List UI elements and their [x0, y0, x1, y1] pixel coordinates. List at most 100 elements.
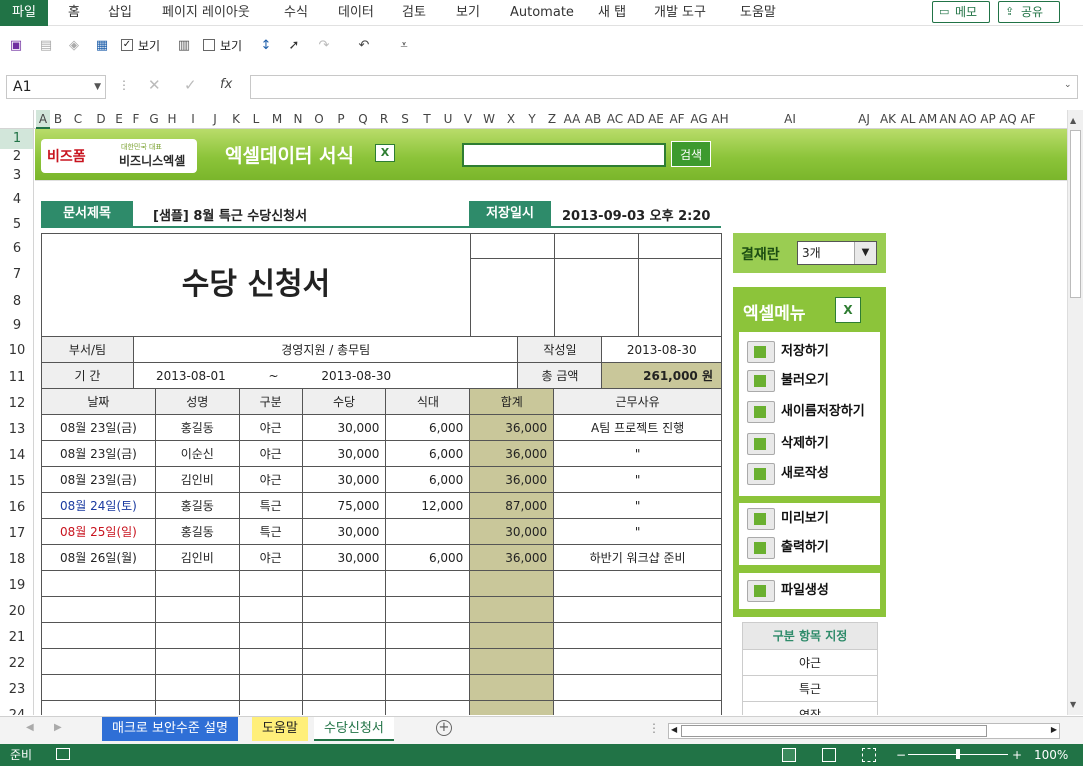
- table-cell-pay[interactable]: [301, 596, 387, 623]
- column-header-cell[interactable]: Z: [542, 110, 562, 129]
- column-header-cell[interactable]: AB: [582, 110, 604, 129]
- share-button[interactable]: ⇪ 공유: [998, 1, 1060, 23]
- table-cell-pay[interactable]: 30,000: [301, 518, 387, 545]
- table-cell-type[interactable]: [238, 700, 303, 715]
- view-checkbox-1[interactable]: ✓: [121, 39, 133, 51]
- column-header-cell[interactable]: AC: [604, 110, 626, 129]
- table-cell-meal[interactable]: [385, 570, 471, 597]
- row-header-cell[interactable]: 11: [0, 365, 33, 391]
- table-cell-sum[interactable]: [469, 648, 555, 675]
- tab-formulas[interactable]: 수식: [284, 0, 308, 26]
- column-header-cell[interactable]: AI: [730, 110, 850, 129]
- row-header-cell[interactable]: 19: [0, 573, 33, 599]
- row-header-cell[interactable]: 14: [0, 443, 33, 469]
- table-cell-date[interactable]: [41, 570, 156, 597]
- column-header-cell[interactable]: AD: [626, 110, 646, 129]
- table-cell-reason[interactable]: ": [553, 518, 722, 545]
- function-icon[interactable]: fx: [220, 77, 232, 92]
- column-header-cell[interactable]: AP: [978, 110, 998, 129]
- table-cell-sum[interactable]: 36,000: [469, 466, 555, 493]
- zoom-slider-thumb[interactable]: [956, 749, 960, 759]
- column-header-cell[interactable]: AF: [1018, 110, 1038, 129]
- menu-delete[interactable]: 삭제하기: [747, 432, 829, 456]
- undo-icon[interactable]: ↶: [356, 38, 372, 54]
- column-header-cell[interactable]: O: [308, 110, 330, 129]
- table-cell-type[interactable]: [238, 622, 303, 649]
- table-cell-reason[interactable]: [553, 674, 722, 701]
- column-header-cell[interactable]: AG: [688, 110, 710, 129]
- row-header-cell[interactable]: 8: [0, 289, 33, 315]
- table-cell-pay[interactable]: [301, 674, 387, 701]
- menu-new[interactable]: 새로작성: [747, 462, 829, 486]
- banner-search-button[interactable]: 검색: [671, 141, 711, 167]
- menu-save[interactable]: 저장하기: [747, 340, 829, 364]
- table-cell-sum[interactable]: [469, 596, 555, 623]
- column-header-cell[interactable]: AK: [878, 110, 898, 129]
- category-item[interactable]: 연장: [742, 702, 878, 715]
- column-header-cell[interactable]: I: [182, 110, 204, 129]
- column-header-cell[interactable]: M: [266, 110, 288, 129]
- column-header-cell[interactable]: A: [36, 110, 50, 129]
- clear-format-icon[interactable]: ◈: [66, 38, 82, 54]
- table-cell-reason[interactable]: ": [553, 440, 722, 467]
- column-header-cell[interactable]: AQ: [998, 110, 1018, 129]
- column-header-cell[interactable]: Q: [352, 110, 374, 129]
- column-header-cell[interactable]: C: [66, 110, 90, 129]
- column-header-cell[interactable]: B: [50, 110, 66, 129]
- table-cell-pay[interactable]: [301, 570, 387, 597]
- sheet-tab-allowance[interactable]: 수당신청서: [314, 717, 394, 741]
- table-cell-name[interactable]: [154, 674, 240, 701]
- table-cell-name[interactable]: [154, 648, 240, 675]
- table-cell-meal[interactable]: 12,000: [385, 492, 471, 519]
- table-cell-meal[interactable]: [385, 674, 471, 701]
- grid-icon[interactable]: ▥: [176, 38, 192, 54]
- table-cell-meal[interactable]: [385, 596, 471, 623]
- table-cell-date[interactable]: 08월 23일(금): [41, 414, 156, 441]
- row-header-cell[interactable]: 15: [0, 469, 33, 495]
- column-header-cell[interactable]: AL: [898, 110, 918, 129]
- column-header-cell[interactable]: AJ: [850, 110, 878, 129]
- row-header-cell[interactable]: 3: [0, 165, 33, 187]
- column-header-cell[interactable]: AE: [646, 110, 666, 129]
- save-icon[interactable]: ▣: [8, 38, 24, 54]
- tab-new[interactable]: 새 탭: [598, 0, 626, 26]
- column-header-cell[interactable]: AM: [918, 110, 938, 129]
- menu-print[interactable]: 출력하기: [747, 536, 829, 560]
- row-header-cell[interactable]: 20: [0, 599, 33, 625]
- sheet-tab-help[interactable]: 도움말: [252, 717, 308, 741]
- table-cell-meal[interactable]: [385, 648, 471, 675]
- tab-home[interactable]: 홈: [68, 0, 80, 26]
- column-header-cell[interactable]: G: [146, 110, 162, 129]
- row-header-cell[interactable]: 23: [0, 677, 33, 703]
- chevron-down-icon[interactable]: ▼: [854, 242, 876, 264]
- table-cell-meal[interactable]: 6,000: [385, 466, 471, 493]
- row-header-cell[interactable]: 24: [0, 703, 33, 715]
- resize-icon[interactable]: ↕: [258, 38, 274, 54]
- column-header-cell[interactable]: X: [500, 110, 522, 129]
- worksheet-grid[interactable]: 비즈폼 대한민국 대표 비즈니스엑셀 엑셀데이터 서식 X 검색 문서제목 [샘…: [35, 129, 1067, 715]
- table-cell-date[interactable]: 08월 24일(토): [41, 492, 156, 519]
- cancel-icon[interactable]: ✕: [148, 76, 161, 94]
- column-header-cell[interactable]: K: [226, 110, 246, 129]
- column-header-cell[interactable]: U: [438, 110, 458, 129]
- tab-developer[interactable]: 개발 도구: [654, 0, 706, 26]
- table-cell-meal[interactable]: [385, 622, 471, 649]
- table-cell-name[interactable]: [154, 700, 240, 715]
- table-cell-date[interactable]: 08월 25일(일): [41, 518, 156, 545]
- scroll-left-icon[interactable]: ◀: [671, 725, 677, 734]
- table-cell-name[interactable]: 홍길동: [154, 518, 240, 545]
- table-cell-reason[interactable]: [553, 700, 722, 715]
- scroll-down-icon[interactable]: ▼: [1070, 700, 1076, 709]
- enter-icon[interactable]: ✓: [184, 76, 197, 94]
- menu-create-file[interactable]: 파일생성: [747, 579, 829, 603]
- category-item[interactable]: 야근: [742, 650, 878, 676]
- table-cell-name[interactable]: [154, 570, 240, 597]
- table-cell-type[interactable]: 특근: [238, 518, 303, 545]
- memo-button[interactable]: ▭ 메모: [932, 1, 990, 23]
- table-cell-name[interactable]: 홍길동: [154, 414, 240, 441]
- table-cell-meal[interactable]: 6,000: [385, 414, 471, 441]
- row-header-cell[interactable]: 16: [0, 495, 33, 521]
- scroll-right-icon[interactable]: ▶: [1051, 725, 1057, 734]
- column-header-cell[interactable]: J: [204, 110, 226, 129]
- column-header-cell[interactable]: V: [458, 110, 478, 129]
